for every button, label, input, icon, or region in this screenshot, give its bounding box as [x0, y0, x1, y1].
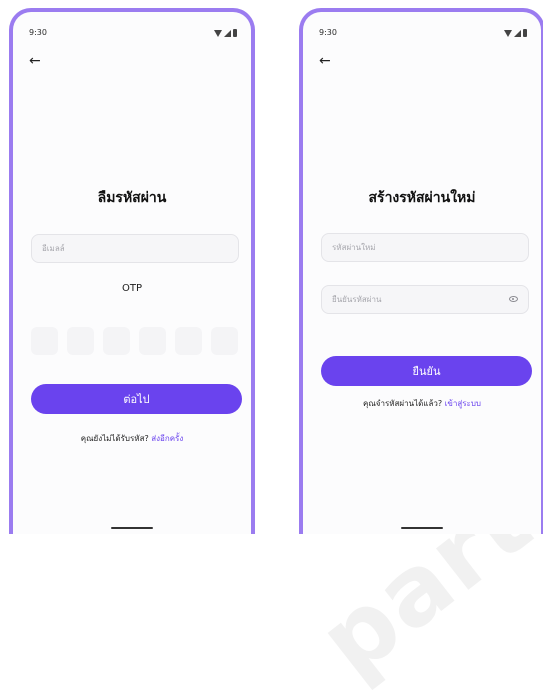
email-field[interactable]	[31, 234, 239, 263]
wifi-icon	[504, 29, 512, 37]
confirm-button[interactable]: ยืนยัน	[321, 356, 532, 386]
new-password-field[interactable]	[321, 233, 529, 262]
status-time: 9:30	[319, 28, 337, 37]
resend-link[interactable]: ส่งอีกครั้ง	[151, 434, 183, 443]
login-prompt: คุณจำรหัสผ่านได้แล้ว? เข้าสู่ระบบ	[303, 397, 541, 410]
home-indicator	[401, 527, 443, 529]
back-arrow-icon[interactable]: ←	[319, 54, 331, 68]
battery-icon	[523, 29, 527, 37]
confirm-password-field[interactable]	[321, 285, 529, 314]
signal-icon	[224, 29, 231, 37]
login-link[interactable]: เข้าสู่ระบบ	[445, 399, 481, 408]
otp-label: OTP	[121, 283, 142, 294]
login-prompt-text: คุณจำรหัสผ่านได้แล้ว?	[363, 399, 443, 408]
new-password-input[interactable]	[322, 234, 528, 261]
otp-digit-box[interactable]	[103, 327, 130, 355]
status-time: 9:30	[29, 28, 47, 37]
otp-digit-box[interactable]	[175, 327, 202, 355]
status-bar: 9:30	[319, 28, 527, 40]
status-bar: 9:30	[29, 28, 237, 40]
battery-icon	[233, 29, 237, 37]
otp-digit-box[interactable]	[139, 327, 166, 355]
status-icons	[504, 29, 527, 37]
page-title: ลืมรหัสผ่าน	[97, 190, 167, 206]
resend-prompt-text: คุณยังไม่ได้รับรหัส?	[80, 434, 149, 443]
page-title: สร้างรหัสผ่านใหม่	[368, 190, 476, 206]
email-input[interactable]	[32, 235, 238, 262]
next-button[interactable]: ต่อไป	[31, 384, 242, 414]
home-indicator	[111, 527, 153, 529]
signal-icon	[514, 29, 521, 37]
otp-input-row	[31, 327, 244, 355]
status-icons	[214, 29, 237, 37]
confirm-password-input[interactable]	[322, 286, 528, 313]
wifi-icon	[214, 29, 222, 37]
resend-prompt: คุณยังไม่ได้รับรหัส? ส่งอีกครั้ง	[13, 432, 251, 445]
forgot-password-screen: 9:30 ← ลืมรหัสผ่าน OTP ต่อไป คุณยังไม่ได…	[9, 8, 255, 534]
create-password-screen: 9:30 ← สร้างรหัสผ่านใหม่ ยืนยัน คุณจำรหั…	[299, 8, 543, 534]
eye-icon[interactable]	[509, 296, 518, 302]
otp-digit-box[interactable]	[67, 327, 94, 355]
back-arrow-icon[interactable]: ←	[29, 54, 41, 68]
otp-digit-box[interactable]	[211, 327, 238, 355]
otp-digit-box[interactable]	[31, 327, 58, 355]
